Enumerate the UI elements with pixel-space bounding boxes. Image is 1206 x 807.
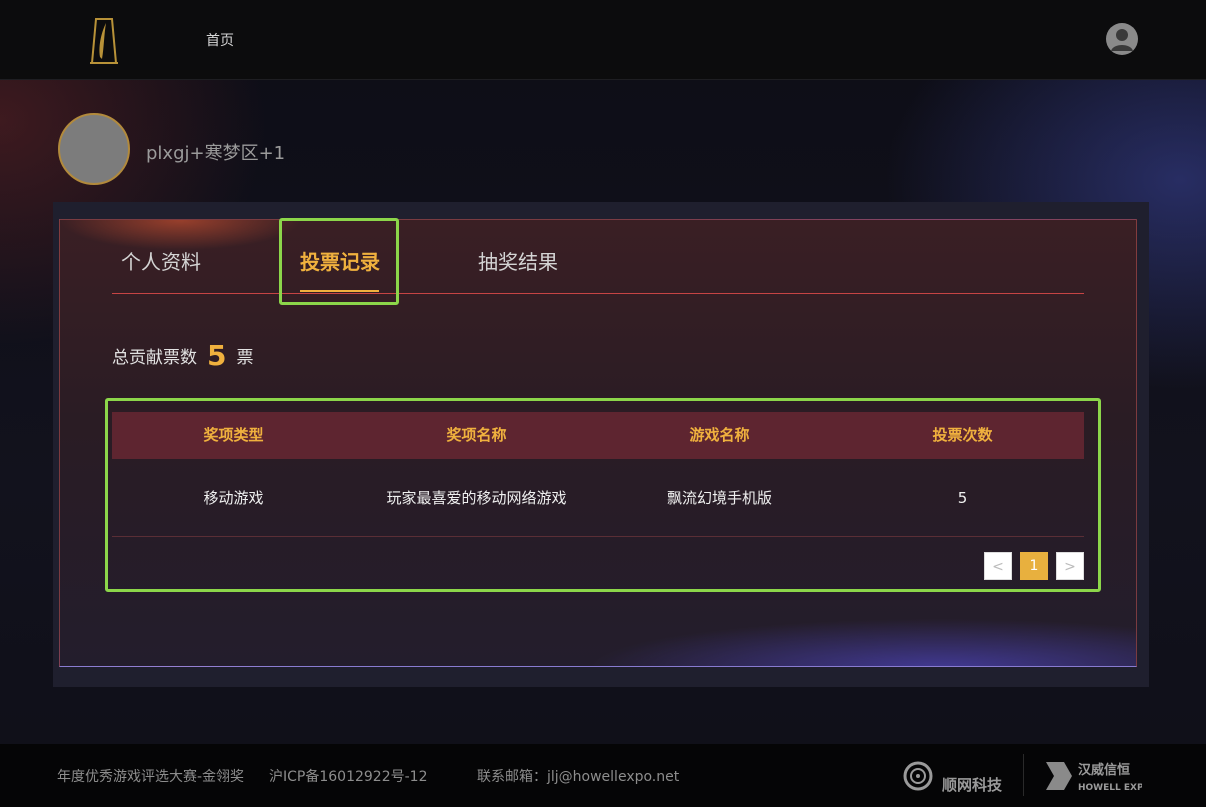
profile-tabs: 个人资料 投票记录 抽奖结果	[112, 234, 1084, 294]
sponsor2-name: 汉威信恒	[1078, 762, 1130, 778]
total-votes-count: 5	[207, 339, 227, 372]
shunwang-logo[interactable]: 顺网科技	[900, 754, 1012, 798]
cell-game-name: 飘流幻境手机版	[666, 489, 772, 507]
footer-icp[interactable]: 沪ICP备16012922号-12	[269, 766, 427, 786]
top-navbar: 首页	[0, 0, 1206, 80]
profile-avatar	[58, 113, 130, 185]
sponsor2-en: HOWELL EXPO	[1078, 783, 1142, 793]
footer-divider	[1023, 754, 1024, 796]
table-row: 移动游戏 玩家最喜爱的移动网络游戏 飘流幻境手机版 5	[112, 459, 1084, 537]
total-votes-unit: 票	[236, 348, 254, 368]
total-votes-label: 总贡献票数	[112, 348, 197, 368]
table-header: 奖项类型 奖项名称 游戏名称 投票次数	[112, 412, 1084, 459]
highlight-box-tab	[279, 218, 399, 305]
howell-expo-logo[interactable]: 汉威信恒 HOWELL EXPO	[1042, 756, 1142, 796]
footer-contact: 联系邮箱：jlj@howellexpo.net	[477, 769, 680, 785]
column-header-vote-count: 投票次数	[932, 426, 993, 444]
cell-vote-count: 5	[957, 489, 968, 507]
column-header-game-name: 游戏名称	[689, 426, 750, 444]
total-votes-summary: 总贡献票数 5 票	[112, 337, 254, 372]
tab-profile[interactable]: 个人资料	[121, 246, 201, 275]
user-avatar-icon[interactable]	[1106, 23, 1138, 55]
cell-award-type: 移动游戏	[203, 489, 264, 507]
prev-page-button[interactable]: <	[984, 552, 1012, 580]
next-page-button[interactable]: >	[1056, 552, 1084, 580]
cell-award-name: 玩家最喜爱的移动网络游戏	[386, 489, 567, 507]
page-1-button[interactable]: 1	[1020, 552, 1048, 580]
username: plxgj+寒梦区+1	[146, 143, 286, 164]
footer-site-name: 年度优秀游戏评选大赛-金翎奖	[57, 769, 245, 785]
column-header-award-type: 奖项类型	[203, 426, 264, 444]
footer: 年度优秀游戏评选大赛-金翎奖 沪ICP备16012922号-12 联系邮箱：jl…	[0, 744, 1206, 807]
nav-home-link[interactable]: 首页	[206, 30, 234, 50]
column-header-award-name: 奖项名称	[446, 426, 507, 444]
golden-feather-logo[interactable]	[88, 17, 120, 65]
tab-lottery-results[interactable]: 抽奖结果	[478, 246, 558, 275]
sponsor1-name: 顺网科技	[942, 776, 1003, 794]
